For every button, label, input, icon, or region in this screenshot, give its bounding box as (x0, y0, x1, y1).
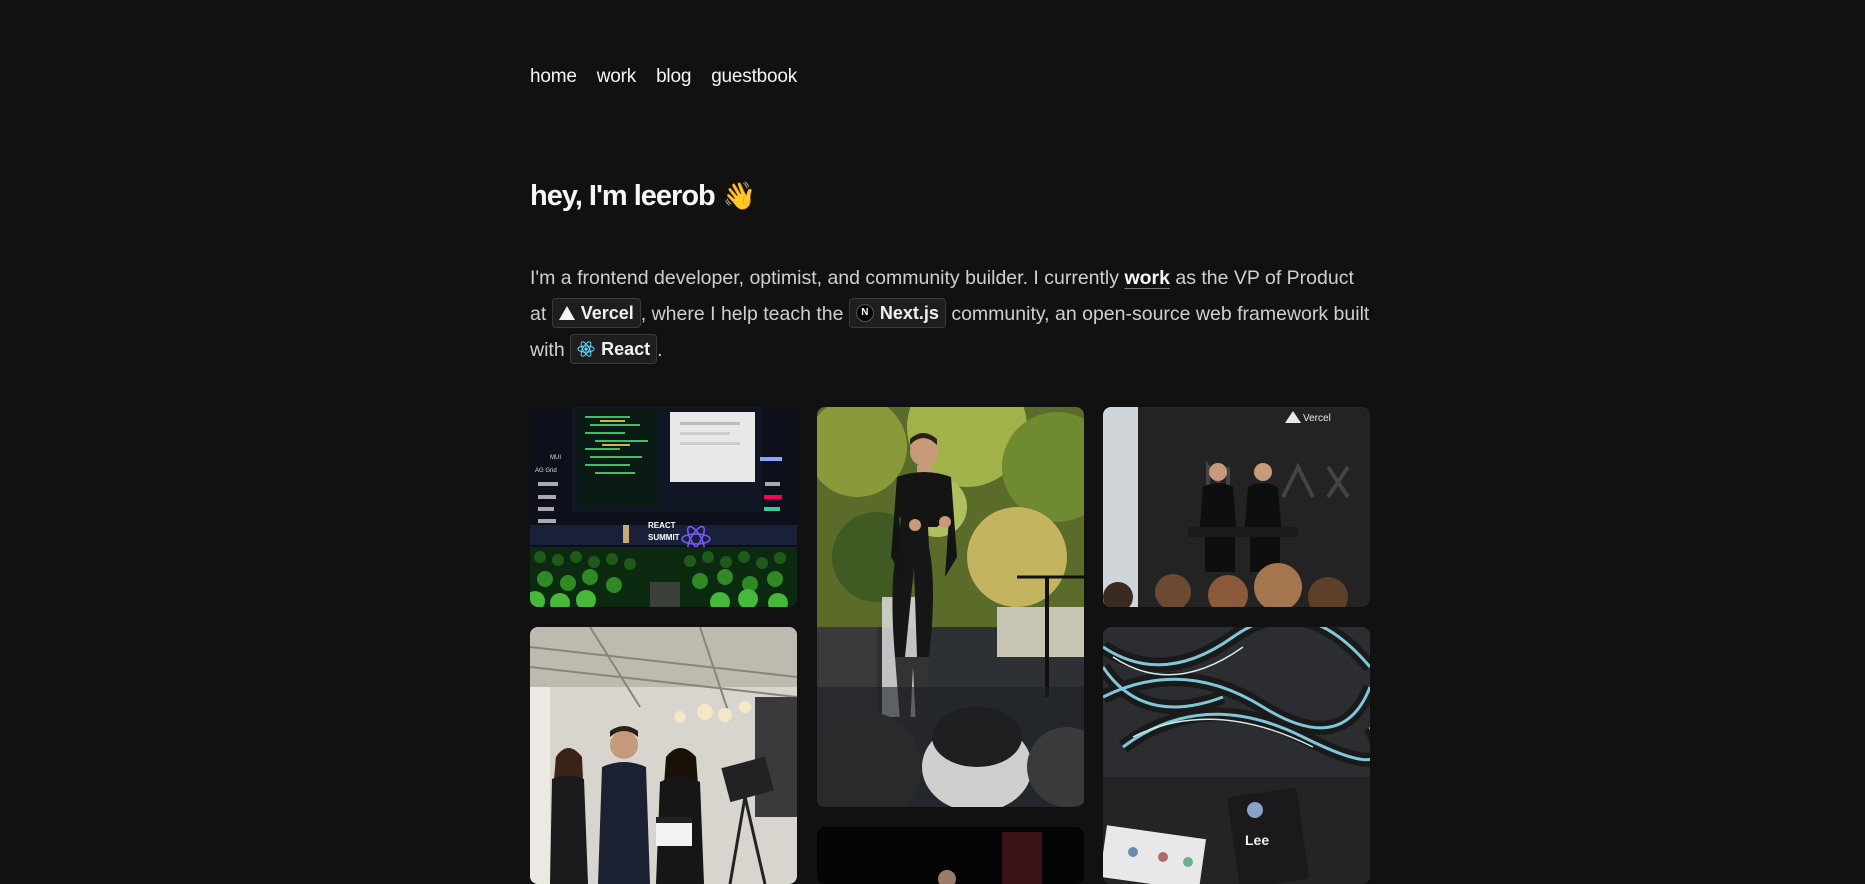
intro-text-1: I'm a frontend developer, optimist, and … (530, 267, 1125, 289)
photo-vercel-lanyards[interactable]: Lee (1103, 627, 1370, 884)
photo-group-studio[interactable] (530, 627, 797, 884)
wave-emoji: 👋 (722, 181, 757, 211)
sidebar-text-aggrid: AG Grid (535, 468, 557, 474)
sidebar-text-mui: MUI (550, 455, 561, 461)
work-link[interactable]: work (1124, 267, 1170, 289)
nav-home-link[interactable]: home (530, 66, 577, 88)
vercel-badge[interactable]: Vercel (551, 297, 641, 328)
top-nav: home work blog guestbook (530, 66, 797, 88)
nav-blog-link[interactable]: blog (656, 66, 691, 88)
signage-react: REACT (648, 521, 676, 530)
signage-summit: SUMMIT (648, 533, 680, 542)
intro-text-3: , where I help teach the (640, 303, 849, 325)
vercel-badge-label: Vercel (580, 302, 634, 323)
react-badge-label: React (601, 338, 651, 359)
react-badge[interactable]: React (570, 333, 658, 364)
nav-work-link[interactable]: work (597, 66, 637, 88)
nextjs-logo-icon: N (855, 303, 874, 322)
lanyard-badge-name: Lee (1245, 832, 1269, 848)
signage-vercel: Vercel (1303, 413, 1331, 424)
intro-text-5: . (657, 339, 663, 361)
page-title: hey, I'm leerob 👋 (530, 180, 757, 213)
react-atom-icon (577, 340, 595, 358)
vercel-triangle-icon (558, 305, 575, 320)
nextjs-badge[interactable]: N Next.js (848, 297, 946, 328)
nextjs-badge-label: Next.js (879, 302, 939, 323)
page: home work blog guestbook hey, I'm leerob… (0, 0, 1865, 884)
nav-guestbook-link[interactable]: guestbook (711, 66, 797, 88)
intro-paragraph: I'm a frontend developer, optimist, and … (530, 260, 1370, 368)
title-text: hey, I'm leerob (530, 180, 716, 212)
photo-dark-stage[interactable] (817, 827, 1084, 884)
photo-speaker-outdoor[interactable] (817, 407, 1084, 807)
photo-vercel-panel[interactable]: Vercel (1103, 407, 1370, 607)
photo-react-summit-stage[interactable]: MUI AG Grid REACT SUMMIT (530, 407, 797, 607)
